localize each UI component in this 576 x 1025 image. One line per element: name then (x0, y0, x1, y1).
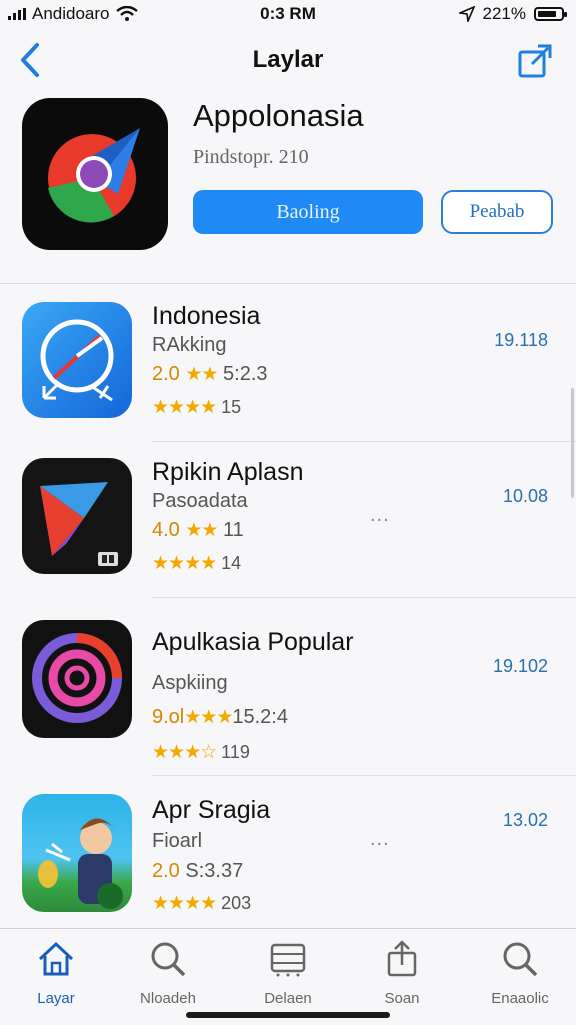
list-item[interactable]: Apr Sragia Fioarl 2.0 S:3.37 ★★★★ 203 ..… (0, 776, 576, 932)
app-rating: 4.0 ★★ 11 (152, 519, 244, 542)
app-title: Apulkasia Popular (152, 628, 354, 656)
tab-label: Nloadeh (140, 990, 196, 1007)
featured-app-subtitle: Pindstopr. 210 (193, 146, 309, 168)
search-icon (503, 942, 538, 977)
star-rating: ★★★★ 15 (152, 396, 241, 419)
app-price: 19.102 (492, 656, 548, 676)
stars-icon: ★★★★ (152, 553, 217, 574)
tab-label: Enaaolic (491, 990, 549, 1007)
app-title: Indonesia (152, 302, 261, 330)
star-icon: ★★ (185, 520, 218, 541)
stars-icon: ★★★☆ (152, 742, 217, 763)
stars-icon: ★★★★ (152, 397, 217, 418)
app-price: 19.118 (494, 330, 548, 350)
app-list: Indonesia RAkking 2.0 ★★ 5:2.3 ★★★★ 15 1… (0, 286, 576, 932)
featured-app: Appolonasia Pindstopr. 210 Baoling Peaba… (0, 96, 576, 282)
location-icon (458, 6, 475, 22)
page-title: Laylar (252, 46, 324, 73)
more-icon[interactable]: ... (370, 828, 390, 851)
battery-icon (534, 7, 567, 21)
tab-label: Soan (384, 990, 420, 1007)
rating-detail: 11 (223, 519, 244, 541)
app-category: Aspkiing (152, 672, 228, 694)
app-title: Apr Sragia (152, 796, 271, 824)
secondary-button[interactable]: Peabab (441, 190, 553, 234)
review-count: 14 (221, 553, 242, 573)
app-category: Pasoadata (152, 490, 248, 512)
star-icon: ★★★ (184, 707, 233, 728)
list-item[interactable]: Rpikin Aplasn Pasoadata 4.0 ★★ 11 ★★★★ 1… (0, 442, 576, 598)
tab-soan[interactable]: Soan (354, 939, 450, 1009)
list-icon (270, 943, 306, 977)
app-rating: 2.0 S:3.37 (152, 860, 243, 883)
status-bar: Andidoaro 0:3 RM 221% (0, 0, 576, 28)
star-rating: ★★★★ 203 (152, 892, 251, 915)
tab-label: Layar (37, 990, 75, 1007)
app-icon (22, 794, 132, 912)
stars-icon: ★★★★ (152, 893, 217, 914)
tab-label: Delaen (264, 990, 312, 1007)
app-price: 10.08 (502, 486, 548, 506)
app-price: 13.02 (502, 810, 548, 830)
share-icon (387, 940, 417, 977)
rating-detail: S:3.37 (185, 860, 244, 882)
navigation-bar: Laylar (0, 36, 576, 84)
app-icon (22, 620, 132, 738)
featured-app-icon[interactable] (22, 98, 168, 250)
rating-number: 9.ol (152, 706, 185, 728)
tab-bar: Layar Nloadeh Delaen Soan Enaaolic (0, 928, 576, 1025)
app-category: RAkking (152, 334, 227, 356)
app-category: Fioarl (152, 830, 203, 852)
app-title: Rpikin Aplasn (152, 458, 304, 486)
home-indicator (186, 1012, 390, 1018)
tab-delaen[interactable]: Delaen (240, 939, 336, 1009)
list-item[interactable]: Apulkasia Popular Aspkiing 9.ol★★★15.2:4… (0, 598, 576, 776)
share-icon (518, 44, 552, 78)
rating-detail: 5:2.3 (223, 363, 268, 385)
star-rating: ★★★★ 14 (152, 552, 241, 575)
tab-nloadeh[interactable]: Nloadeh (120, 939, 216, 1009)
more-icon[interactable]: ... (370, 504, 390, 527)
app-rating: 2.0 ★★ 5:2.3 (152, 363, 268, 386)
star-rating: ★★★☆ 119 (152, 741, 250, 764)
review-count: 203 (221, 893, 252, 913)
review-count: 15 (221, 397, 242, 417)
review-count: 119 (221, 742, 250, 762)
rating-number: 4.0 (152, 519, 180, 541)
battery-percent: 221% (482, 4, 526, 23)
star-icon: ★★ (185, 364, 218, 385)
tab-layar[interactable]: Layar (8, 939, 104, 1009)
get-button[interactable]: Baoling (193, 190, 423, 234)
rating-detail: 15.2:4 (232, 706, 288, 728)
app-icon (22, 458, 132, 574)
app-rating: 9.ol★★★15.2:4 (152, 706, 288, 729)
app-icon (22, 302, 132, 418)
search-icon (151, 942, 186, 977)
rating-number: 2.0 (152, 860, 180, 882)
featured-app-name: Appolonasia (193, 98, 364, 133)
divider (0, 283, 576, 284)
scrollbar[interactable] (571, 388, 574, 498)
home-icon (38, 941, 74, 976)
tab-enaaolic[interactable]: Enaaolic (472, 939, 568, 1009)
share-button[interactable] (516, 40, 556, 80)
list-item[interactable]: Indonesia RAkking 2.0 ★★ 5:2.3 ★★★★ 15 1… (0, 286, 576, 442)
rating-number: 2.0 (152, 363, 180, 385)
